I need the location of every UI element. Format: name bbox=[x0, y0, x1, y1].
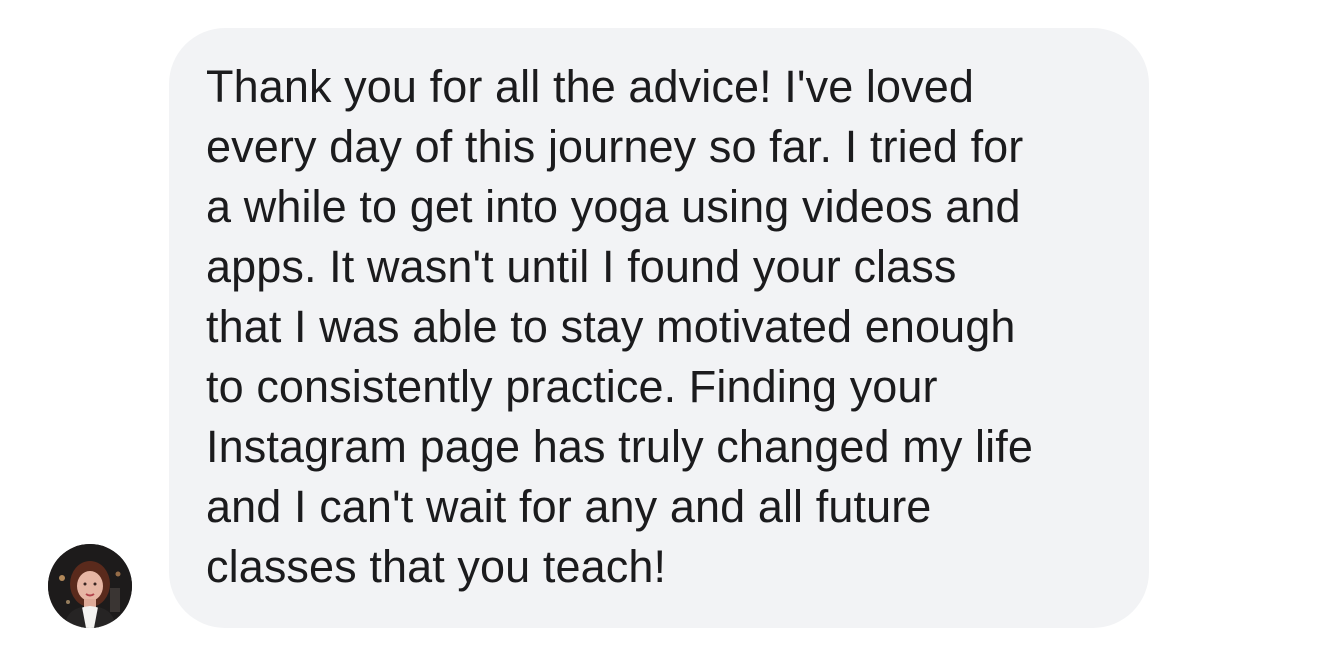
message-line: a while to get into yoga using videos an… bbox=[206, 181, 1021, 232]
message-line: every day of this journey so far. I trie… bbox=[206, 121, 1024, 172]
message-line: apps. It wasn't until I found your class bbox=[206, 241, 957, 292]
message-line: classes that you teach! bbox=[206, 541, 667, 592]
message-line: and I can't wait for any and all future bbox=[206, 481, 932, 532]
message-text: Thank you for all the advice! I've loved… bbox=[206, 57, 1119, 597]
sender-avatar[interactable] bbox=[48, 544, 132, 628]
message-line: Instagram page has truly changed my life bbox=[206, 421, 1033, 472]
received-message-bubble[interactable]: Thank you for all the advice! I've loved… bbox=[169, 28, 1149, 628]
message-line: to consistently practice. Finding your bbox=[206, 361, 938, 412]
profile-photo-icon bbox=[48, 544, 132, 628]
message-line: that I was able to stay motivated enough bbox=[206, 301, 1016, 352]
message-thread: Thank you for all the advice! I've loved… bbox=[0, 0, 1320, 653]
message-line: Thank you for all the advice! I've loved bbox=[206, 61, 975, 112]
